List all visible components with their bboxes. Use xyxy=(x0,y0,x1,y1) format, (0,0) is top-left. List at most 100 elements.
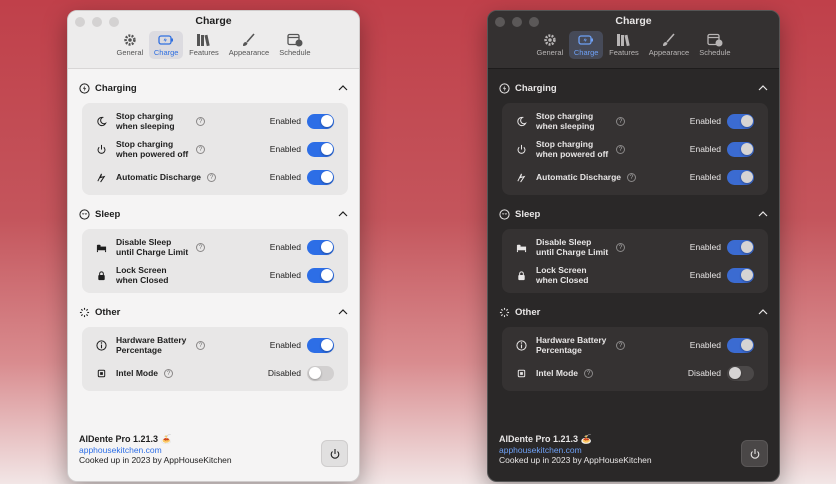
setting-label: Lock Screen when Closed xyxy=(116,265,169,285)
setting-label: Stop charging when sleeping xyxy=(116,111,175,131)
setting-label: Automatic Discharge xyxy=(536,172,622,182)
chevron-up-icon[interactable] xyxy=(758,308,768,316)
tab-schedule[interactable]: Schedule xyxy=(695,31,734,59)
help-icon[interactable]: ? xyxy=(627,172,637,182)
tab-appearance[interactable]: Appearance xyxy=(225,31,273,59)
section-header-other[interactable]: Other xyxy=(79,297,348,327)
setting-status: Enabled xyxy=(269,172,301,182)
toggle-hardware-battery-percentage[interactable] xyxy=(307,337,334,353)
chevron-up-icon[interactable] xyxy=(758,84,768,92)
toggle-disable-sleep[interactable] xyxy=(307,239,334,255)
toggle-lock-screen[interactable] xyxy=(727,267,754,283)
tab-label: General xyxy=(116,48,144,57)
help-icon[interactable]: ? xyxy=(616,116,625,126)
lock-icon xyxy=(98,270,105,280)
toggle-hardware-battery-percentage[interactable] xyxy=(727,337,754,353)
app-version: AlDente Pro 1.21.3 🍝 xyxy=(79,434,172,444)
section-title: Sleep xyxy=(95,208,121,220)
chevron-up-icon[interactable] xyxy=(338,308,348,316)
chevron-up-icon[interactable] xyxy=(338,210,348,218)
section-header-sleep[interactable]: Sleep xyxy=(79,199,348,229)
section-title: Sleep xyxy=(515,208,541,220)
toggle-stop-charging-powered-off[interactable] xyxy=(727,141,754,157)
setting-status: Enabled xyxy=(689,270,721,280)
power-icon xyxy=(517,144,526,154)
section-title: Charging xyxy=(95,82,137,94)
setting-label: Automatic Discharge xyxy=(116,172,202,182)
section-card-other: Hardware Battery Percentage ? Enabled In… xyxy=(502,327,768,391)
toggle-intel-mode[interactable] xyxy=(727,365,754,381)
cpu-icon xyxy=(517,369,526,377)
moon-icon xyxy=(97,116,107,126)
help-icon[interactable]: ? xyxy=(616,144,625,154)
setting-row-intel-mode: Intel Mode ? Disabled xyxy=(96,359,334,387)
tab-features[interactable]: Features xyxy=(185,31,223,59)
setting-row-hardware-battery-percentage: Hardware Battery Percentage ? Enabled xyxy=(516,331,754,359)
loading-spinner-icon xyxy=(499,307,510,317)
power-icon xyxy=(750,448,759,459)
credit-text: Cooked up in 2023 by AppHouseKitchen xyxy=(499,455,652,465)
toggle-automatic-discharge[interactable] xyxy=(307,169,334,185)
quit-button[interactable] xyxy=(741,440,768,467)
help-icon[interactable]: ? xyxy=(196,144,205,154)
quit-button[interactable] xyxy=(321,440,348,467)
books-icon xyxy=(196,34,210,47)
setting-row-stop-charging-sleeping: Stop charging when sleeping ? Enabled xyxy=(96,107,334,135)
toggle-automatic-discharge[interactable] xyxy=(727,169,754,185)
setting-status: Enabled xyxy=(689,242,721,252)
section-header-other[interactable]: Other xyxy=(499,297,768,327)
tab-label: Schedule xyxy=(699,48,731,57)
section-header-sleep[interactable]: Sleep xyxy=(499,199,768,229)
help-icon[interactable]: ? xyxy=(196,340,205,350)
toggle-stop-charging-sleeping[interactable] xyxy=(307,113,334,129)
chevron-up-icon[interactable] xyxy=(758,210,768,218)
tab-charge[interactable]: Charge xyxy=(569,31,604,59)
tab-label: General xyxy=(536,48,564,57)
section-card-sleep: Disable Sleep until Charge Limit ? Enabl… xyxy=(82,229,348,293)
battery-icon xyxy=(578,35,594,45)
help-icon[interactable]: ? xyxy=(196,242,205,252)
books-icon xyxy=(616,34,630,47)
sleep-face-icon xyxy=(79,208,90,220)
toggle-stop-charging-sleeping[interactable] xyxy=(727,113,754,129)
gear-icon xyxy=(544,34,556,46)
help-icon[interactable]: ? xyxy=(196,116,205,126)
help-icon[interactable]: ? xyxy=(207,172,217,182)
website-link[interactable]: apphousekitchen.com xyxy=(499,445,768,455)
paintbrush-icon xyxy=(243,33,255,46)
tab-general[interactable]: General xyxy=(112,31,147,59)
tab-charge[interactable]: Charge xyxy=(149,31,184,59)
setting-status: Enabled xyxy=(689,144,721,154)
toggle-stop-charging-powered-off[interactable] xyxy=(307,141,334,157)
setting-status: Enabled xyxy=(689,172,721,182)
help-icon[interactable]: ? xyxy=(164,368,174,378)
toggle-intel-mode[interactable] xyxy=(307,365,334,381)
help-icon[interactable]: ? xyxy=(616,242,625,252)
section-header-charging[interactable]: Charging xyxy=(79,73,348,103)
tab-schedule[interactable]: Schedule xyxy=(275,31,314,59)
tab-label: Appearance xyxy=(228,48,270,57)
setting-row-lock-screen: Lock Screen when Closed Enabled xyxy=(96,261,334,289)
toggle-lock-screen[interactable] xyxy=(307,267,334,283)
tab-appearance[interactable]: Appearance xyxy=(645,31,693,59)
setting-label: Hardware Battery Percentage xyxy=(116,335,187,355)
help-icon[interactable]: ? xyxy=(616,340,625,350)
tab-general[interactable]: General xyxy=(532,31,567,59)
help-icon[interactable]: ? xyxy=(584,368,594,378)
tab-features[interactable]: Features xyxy=(605,31,643,59)
setting-label: Stop charging when powered off xyxy=(116,139,189,159)
setting-status: Enabled xyxy=(689,340,721,350)
toggle-disable-sleep[interactable] xyxy=(727,239,754,255)
setting-label: Stop charging when powered off xyxy=(536,139,609,159)
section-header-charging[interactable]: Charging xyxy=(499,73,768,103)
tab-label: Features xyxy=(189,48,219,57)
website-link[interactable]: apphousekitchen.com xyxy=(79,445,348,455)
setting-row-stop-charging-powered-off: Stop charging when powered off ? Enabled xyxy=(96,135,334,163)
window-title: Charge xyxy=(195,15,232,27)
settings-content: Charging Stop charging when sleeping ? E… xyxy=(68,73,359,391)
setting-label: Disable Sleep until Charge Limit xyxy=(116,237,189,257)
chevron-up-icon[interactable] xyxy=(338,84,348,92)
calendar-clock-icon xyxy=(287,33,303,47)
info-circle-icon xyxy=(96,339,107,351)
section-title: Charging xyxy=(515,82,557,94)
